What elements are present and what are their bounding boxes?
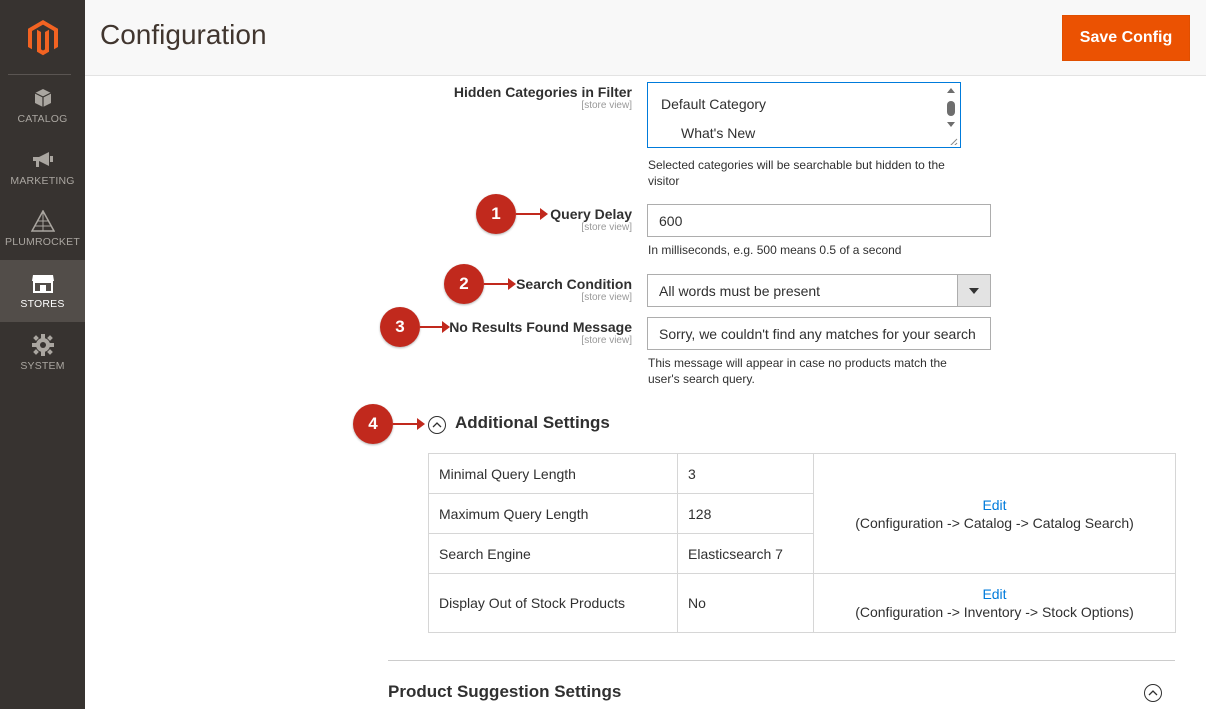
callout-badge-4: 4 [353, 404, 393, 444]
hidden-categories-note: Selected categories will be searchable b… [648, 158, 945, 188]
save-config-button[interactable]: Save Config [1062, 15, 1190, 61]
page-header: Configuration Save Config [85, 0, 1206, 76]
hidden-categories-label: Hidden Categories in Filter [453, 84, 632, 100]
query-delay-label: Query Delay [550, 206, 632, 222]
search-condition-select[interactable]: All words must be present [647, 274, 991, 307]
admin-sidebar: CATALOG MARKETING PLUMROCKET STORES SYST… [0, 0, 85, 709]
multiselect-option[interactable]: Default Category [661, 96, 766, 112]
no-results-note: This message will appear in case no prod… [648, 356, 947, 386]
sidebar-item-label: SYSTEM [20, 360, 65, 372]
no-results-message-input[interactable]: Sorry, we couldn't find any matches for … [647, 317, 991, 350]
additional-settings-table: Minimal Query Length 3 Edit (Configurati… [428, 453, 1176, 633]
product-suggestion-title[interactable]: Product Suggestion Settings [388, 682, 621, 702]
magento-logo[interactable] [0, 0, 85, 75]
page-title: Configuration [100, 19, 267, 50]
setting-name: Maximum Query Length [428, 493, 678, 534]
no-results-label: No Results Found Message [449, 319, 632, 335]
edit-stock-options-link[interactable]: Edit [824, 586, 1165, 602]
setting-name: Minimal Query Length [428, 453, 678, 494]
query-delay-scope: [store view] [581, 222, 632, 233]
callout-badge-3: 3 [380, 307, 420, 347]
search-condition-label: Search Condition [516, 276, 632, 292]
search-condition-value: All words must be present [659, 282, 821, 299]
chevron-up-icon[interactable] [428, 416, 446, 434]
pyramid-icon [30, 210, 55, 232]
sidebar-item-system[interactable]: SYSTEM [0, 322, 85, 384]
table-row: Display Out of Stock Products No Edit (C… [428, 573, 1176, 633]
callout-arrow-3 [420, 321, 450, 333]
setting-name: Search Engine [428, 533, 678, 574]
setting-value: No [677, 573, 814, 633]
sidebar-item-label: STORES [20, 298, 65, 310]
callout-badge-2: 2 [444, 264, 484, 304]
edit-cell: Edit (Configuration -> Catalog -> Catalo… [813, 453, 1176, 574]
additional-settings-title[interactable]: Additional Settings [455, 413, 610, 433]
sidebar-item-label: CATALOG [17, 113, 68, 125]
multiselect-scrollbar[interactable] [944, 85, 958, 147]
gear-icon [31, 334, 55, 356]
hidden-categories-scope: [store view] [581, 100, 632, 111]
callout-arrow-4 [393, 418, 425, 430]
sidebar-item-label: PLUMROCKET [5, 236, 80, 248]
catalog-search-path: (Configuration -> Catalog -> Catalog Sea… [855, 514, 1134, 531]
callout-badge-1: 1 [476, 194, 516, 234]
section-divider [388, 660, 1175, 661]
sidebar-item-plumrocket[interactable]: PLUMROCKET [0, 198, 85, 260]
query-delay-note: In milliseconds, e.g. 500 means 0.5 of a… [648, 243, 902, 257]
callout-arrow-1 [516, 208, 548, 220]
setting-name: Display Out of Stock Products [428, 573, 678, 633]
chevron-up-icon[interactable] [1144, 684, 1162, 702]
sidebar-item-marketing[interactable]: MARKETING [0, 137, 85, 199]
chevron-down-icon[interactable] [957, 275, 990, 306]
megaphone-icon [31, 149, 55, 171]
no-results-scope: [store view] [581, 335, 632, 346]
edit-cell: Edit (Configuration -> Inventory -> Stoc… [813, 573, 1176, 633]
store-icon [31, 272, 55, 294]
multiselect-option[interactable]: What's New [681, 125, 755, 141]
search-condition-scope: [store view] [581, 292, 632, 303]
edit-catalog-search-link[interactable]: Edit [824, 497, 1165, 513]
setting-value: Elasticsearch 7 [677, 533, 814, 574]
setting-value: 128 [677, 493, 814, 534]
callout-arrow-2 [484, 278, 516, 290]
magento-logo-icon [27, 19, 58, 55]
setting-value: 3 [677, 453, 814, 494]
query-delay-input[interactable]: 600 [647, 204, 991, 237]
hidden-categories-multiselect[interactable]: Default Category What's New [647, 82, 961, 148]
sidebar-item-catalog[interactable]: CATALOG [0, 75, 85, 137]
stock-options-path: (Configuration -> Inventory -> Stock Opt… [855, 604, 1134, 620]
sidebar-item-label: MARKETING [10, 175, 75, 187]
table-row: Minimal Query Length 3 Edit (Configurati… [428, 453, 1176, 574]
sidebar-item-stores[interactable]: STORES [0, 260, 85, 322]
cube-icon [31, 87, 55, 109]
